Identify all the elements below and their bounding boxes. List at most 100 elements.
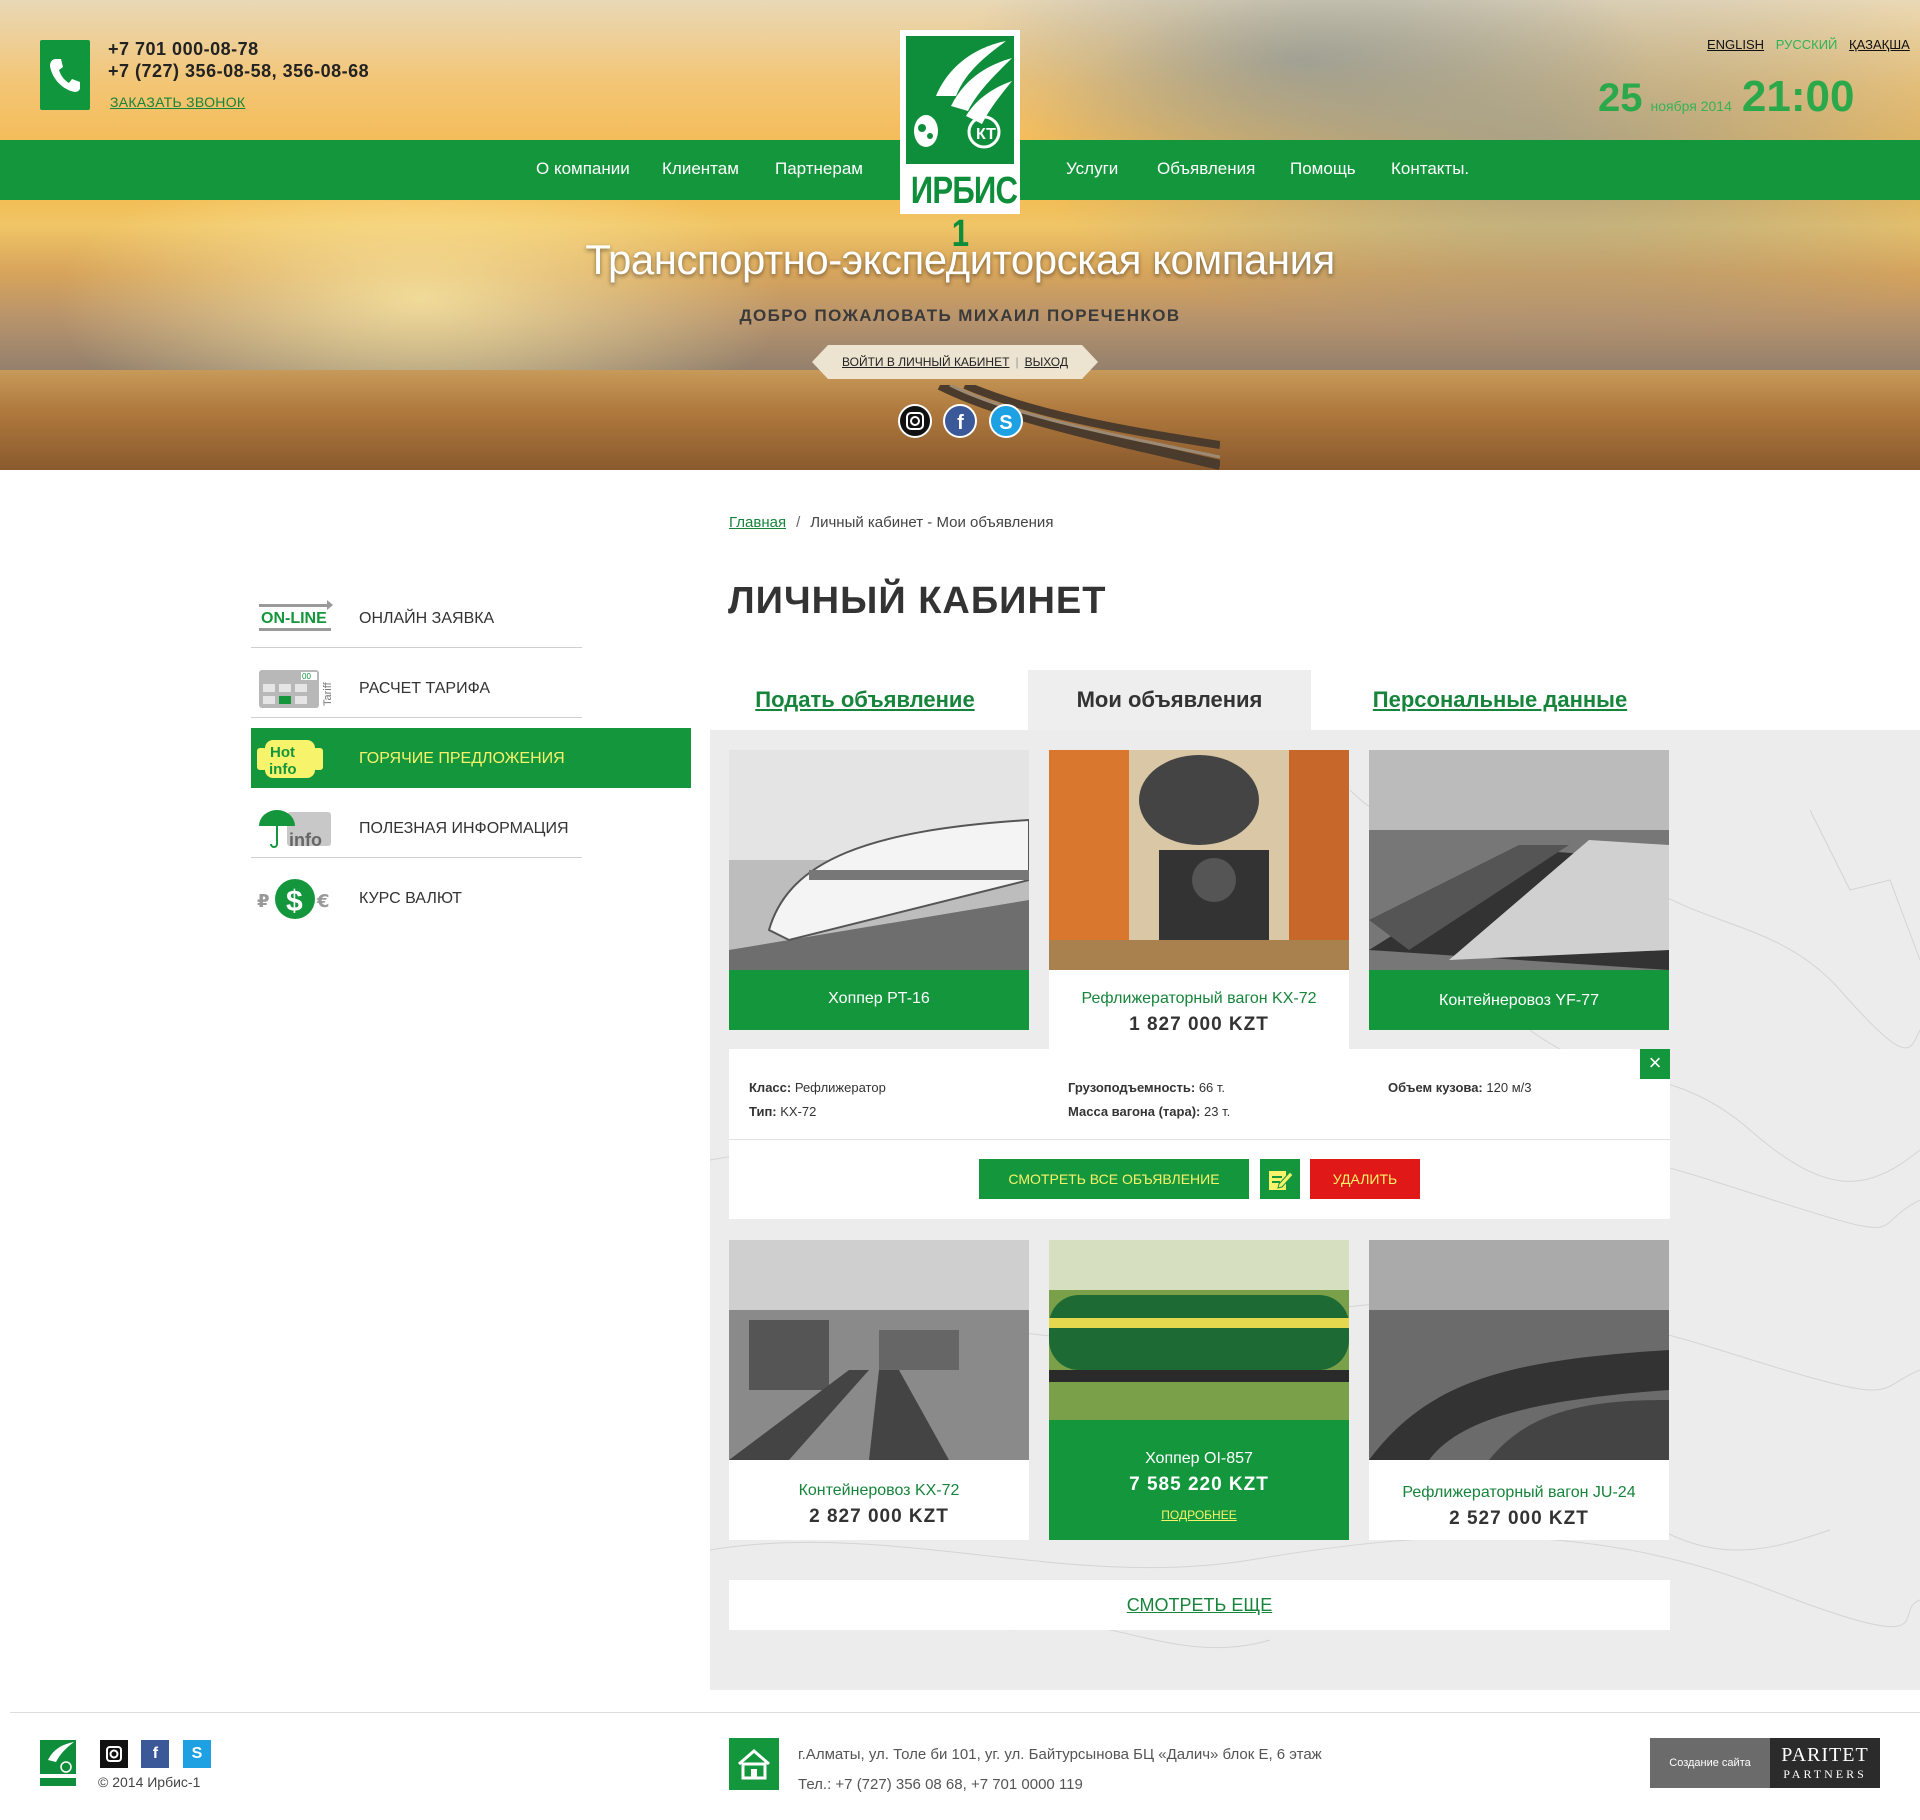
edit-button[interactable] [1260, 1159, 1300, 1199]
tariff-calculator-icon: 00 Tariff [259, 670, 333, 708]
view-full-ad-button[interactable]: СМОТРЕТЬ ВСЕ ОБЪЯВЛЕНИЕ [979, 1159, 1249, 1199]
home-address-icon [729, 1738, 779, 1790]
maker-name-1: PARITET [1781, 1744, 1869, 1766]
detail-type-label: Тип: [749, 1104, 777, 1119]
ad-card-price: 1 827 000 KZT [1129, 1014, 1269, 1035]
skype-icon[interactable]: S [182, 1740, 211, 1768]
detail-capacity-value: 66 т. [1198, 1080, 1226, 1095]
rail-yard-photo [1369, 750, 1669, 970]
ad-card-caption: Рефлижераторный вагон KX-72 1 827 000 KZ… [1049, 990, 1349, 1036]
phone-icon [50, 59, 80, 92]
sidebar-item-currency[interactable]: ₽ $ € КУРС ВАЛЮТ [251, 868, 582, 928]
ad-card-container-yf77[interactable]: Контейнеровоз YF-77 [1369, 750, 1669, 1030]
svg-text:$: $ [286, 885, 303, 918]
ad-card-caption: Хоппер OI-857 7 585 220 KZT ПОДРОБНЕЕ [1049, 1450, 1349, 1524]
site-maker-badge[interactable]: Создание сайта PARITET PARTNERS [1650, 1738, 1880, 1788]
train-photo [729, 750, 1029, 970]
skype-icon[interactable]: S [988, 404, 1023, 438]
tab-personal-data[interactable]: Персональные данные [1330, 670, 1670, 730]
ad-card-hopper-oi857[interactable]: Хоппер OI-857 7 585 220 KZT ПОДРОБНЕЕ [1049, 1240, 1349, 1540]
detail-volume-value: 120 м/3 [1486, 1080, 1532, 1095]
close-icon[interactable]: × [1640, 1049, 1670, 1079]
page-title: ЛИЧНЫЙ КАБИНЕТ [728, 580, 1107, 622]
breadcrumb-home[interactable]: Главная [729, 514, 786, 531]
nav-help[interactable]: Помощь [1290, 159, 1356, 179]
sidebar-item-label: ПОЛЕЗНАЯ ИНФОРМАЦИЯ [359, 820, 569, 837]
maker-label: Создание сайта [1650, 1738, 1770, 1788]
footer-phones: Тел.: +7 (727) 356 08 68, +7 701 0000 11… [798, 1776, 1083, 1793]
detail-capacity-label: Грузоподъемность: [1068, 1080, 1196, 1095]
nav-contacts[interactable]: Контакты. [1391, 159, 1469, 179]
breadcrumb-current: Личный кабинет - Мои объявления [810, 514, 1054, 531]
ad-card-reefer-kx72[interactable]: Рефлижераторный вагон KX-72 1 827 000 KZ… [1049, 750, 1349, 1050]
footer-socials: f S [100, 1740, 220, 1768]
ad-card-price: 7 585 220 KZT [1129, 1474, 1269, 1495]
sidebar-item-label: ГОРЯЧИЕ ПРЕДЛОЖЕНИЯ [359, 750, 565, 767]
ad-card-caption: Хоппер PT-16 [729, 990, 1029, 1008]
account-ribbon: ВОЙТИ В ЛИЧНЫЙ КАБИНЕТ | ВЫХОД [812, 345, 1098, 379]
svg-text:ON-LINE: ON-LINE [261, 610, 327, 627]
hero-tagline: Транспортно-экспедиторская компания [585, 236, 1335, 283]
info-umbrella-icon: info [259, 810, 331, 850]
delete-button[interactable]: УДАЛИТЬ [1310, 1159, 1420, 1199]
lang-kazakh[interactable]: ҚАЗАҚША [1849, 37, 1910, 52]
ad-card-container-kx72[interactable]: Контейнеровоз KX-72 2 827 000 KZT [729, 1240, 1029, 1540]
sidebar-item-tariff[interactable]: 00 Tariff РАСЧЕТ ТАРИФА [251, 658, 582, 718]
detail-class-label: Класс: [749, 1080, 792, 1095]
see-more-button[interactable]: СМОТРЕТЬ ЕЩЕ [729, 1580, 1670, 1630]
lang-english[interactable]: ENGLISH [1707, 37, 1764, 52]
date-time: 25 ноября 2014 21:00 [1598, 72, 1854, 122]
sidebar-item-hot-offers[interactable]: Hot info ГОРЯЧИЕ ПРЕДЛОЖЕНИЯ [251, 728, 691, 788]
logout-link[interactable]: ВЫХОД [1025, 355, 1068, 369]
facebook-icon[interactable]: f [141, 1740, 170, 1768]
nav-clients[interactable]: Клиентам [662, 159, 739, 179]
freight-yard-photo [1369, 1240, 1669, 1460]
edit-icon [1269, 1171, 1294, 1190]
nav-ads[interactable]: Объявления [1157, 159, 1255, 179]
sidebar-item-label: ОНЛАЙН ЗАЯВКА [359, 610, 495, 627]
phone-office: +7 (727) 356-08-58, 356-08-68 [108, 61, 370, 81]
svg-text:info: info [269, 761, 297, 778]
instagram-icon[interactable] [100, 1740, 128, 1768]
ribbon-separator: | [1015, 355, 1019, 369]
order-call-link[interactable]: ЗАКАЗАТЬ ЗВОНОК [110, 94, 245, 110]
ad-card-name: Контейнеровоз YF-77 [1439, 992, 1599, 1009]
sidebar-item-useful-info[interactable]: info ПОЛЕЗНАЯ ИНФОРМАЦИЯ [251, 798, 582, 858]
ad-card-reefer-ju24[interactable]: Рефлижераторный вагон JU-24 2 527 000 KZ… [1369, 1240, 1669, 1540]
ad-card-hopper-pt16[interactable]: Хоппер PT-16 [729, 750, 1029, 1030]
ad-card-name: Рефлижераторный вагон JU-24 [1402, 1484, 1636, 1501]
sidebar-item-online-request[interactable]: ON-LINE ОНЛАЙН ЗАЯВКА [251, 588, 582, 648]
nav-partners[interactable]: Партнерам [775, 159, 863, 179]
maker-name-2: PARTNERS [1783, 1767, 1867, 1781]
ad-card-name: Хоппер PT-16 [828, 990, 930, 1007]
svg-text:₽: ₽ [257, 891, 270, 912]
svg-text:00: 00 [302, 672, 311, 681]
ad-card-caption: Контейнеровоз KX-72 2 827 000 KZT [729, 1482, 1029, 1528]
tab-submit-ad[interactable]: Подать объявление [710, 670, 1020, 730]
ad-card-more-link[interactable]: ПОДРОБНЕЕ [1161, 1508, 1236, 1522]
detail-class-value: Рефлижератор [794, 1080, 886, 1095]
nav-services[interactable]: Услуги [1066, 159, 1118, 179]
breadcrumb: Главная / Личный кабинет - Мои объявления [729, 514, 1053, 531]
header-phones: +7 701 000-08-78 +7 (727) 356-08-58, 356… [108, 38, 369, 82]
sidebar: ON-LINE ОНЛАЙН ЗАЯВКА 00 Tariff РАСЧЕТ Т… [251, 588, 691, 938]
footer-divider [10, 1712, 1920, 1713]
hero-banner: +7 701 000-08-78 +7 (727) 356-08-58, 356… [0, 0, 1920, 470]
maker-logo: PARITET PARTNERS [1770, 1738, 1880, 1788]
footer-logo-icon[interactable] [40, 1740, 76, 1788]
detail-col-class: Класс: Рефлижератор Тип: KX-72 [749, 1076, 886, 1124]
enter-cabinet-link[interactable]: ВОЙТИ В ЛИЧНЫЙ КАБИНЕТ [842, 355, 1009, 369]
logo-snow-leopard-icon: КТ [906, 36, 1014, 164]
instagram-icon[interactable] [898, 404, 932, 438]
site-logo[interactable]: КТ ИРБИС 1 [900, 30, 1020, 255]
lang-russian[interactable]: РУССКИЙ [1776, 37, 1838, 52]
tab-my-ads[interactable]: Мои объявления [1028, 670, 1311, 730]
detail-type-value: KX-72 [780, 1104, 817, 1119]
nav-about[interactable]: О компании [536, 159, 630, 179]
welcome-message: ДОБРО ПОЖАЛОВАТЬ МИХАИЛ ПОРЕЧЕНКОВ [739, 306, 1181, 325]
detail-mass-value: 23 т. [1204, 1104, 1231, 1119]
sidebar-item-label: РАСЧЕТ ТАРИФА [359, 680, 491, 697]
hot-info-icon: Hot info [257, 740, 323, 778]
station-tracks-photo [729, 1240, 1029, 1460]
facebook-icon[interactable]: f [943, 404, 978, 438]
